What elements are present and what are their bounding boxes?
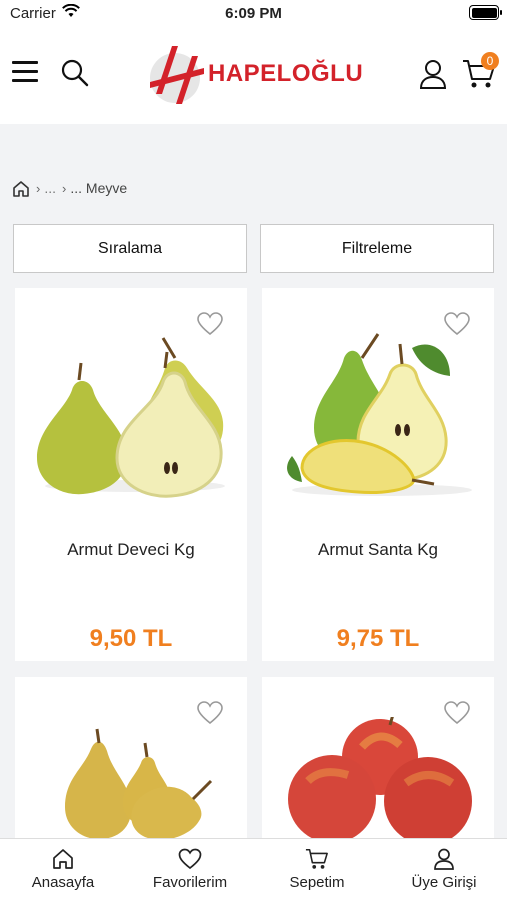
favorite-heart-icon[interactable] [197,701,223,725]
product-card[interactable]: Armut Santa Kg 9,75 TL [262,288,494,661]
product-card[interactable] [262,677,494,838]
logo-mark-icon [150,46,204,104]
brand-name: HAPELOĞLU [208,60,364,87]
tab-home[interactable]: Anasayfa [0,839,126,900]
favorite-heart-icon[interactable] [197,312,223,336]
sort-button[interactable]: Sıralama [13,224,247,273]
cart-icon [305,848,328,869]
user-icon[interactable] [418,58,448,90]
favorite-heart-icon[interactable] [444,701,470,725]
home-icon [53,849,73,869]
tab-label: Üye Girişi [411,874,477,891]
app-header: HAPELOĞLU 0 [0,28,507,124]
tab-login[interactable]: Üye Girişi [381,839,507,900]
status-bar: Carrier 6:09 PM [0,0,507,28]
search-icon[interactable] [60,58,90,88]
home-icon[interactable] [12,180,30,197]
product-price: 9,75 TL [336,625,420,652]
product-name[interactable]: Armut Santa Kg [262,540,494,560]
product-card[interactable]: Armut Deveci Kg 9,50 TL [15,288,247,661]
tab-cart[interactable]: Sepetim [254,839,380,900]
product-image [37,337,225,498]
menu-icon[interactable] [12,61,38,83]
tab-label: Sepetim [289,874,345,891]
heart-icon [178,848,202,870]
clock: 6:09 PM [225,5,282,22]
battery-icon [469,5,502,20]
product-image [288,717,472,838]
brand-logo[interactable]: HAPELOĞLU [146,42,366,108]
tab-label: Anasayfa [31,874,95,891]
breadcrumb-item[interactable]: ... [44,180,56,196]
product-price: 9,50 TL [89,625,173,652]
tab-favorites[interactable]: Favorilerim [127,839,253,900]
cart-count-badge: 0 [481,52,499,70]
breadcrumb: › ... › ... Meyve [12,178,127,198]
product-image [65,728,213,838]
user-icon [434,848,454,870]
chevron-right-icon: › [36,180,41,196]
bottom-tab-bar: Anasayfa Favorilerim Sepetim Üye Girişi [0,838,507,900]
breadcrumb-current: ... Meyve [70,180,128,196]
tab-label: Favorilerim [152,874,228,891]
favorite-heart-icon[interactable] [444,312,470,336]
chevron-right-icon: › [62,180,67,196]
product-name[interactable]: Armut Deveci Kg [15,540,247,560]
product-card[interactable] [15,677,247,838]
product-image [287,333,472,496]
filter-button[interactable]: Filtreleme [260,224,494,273]
